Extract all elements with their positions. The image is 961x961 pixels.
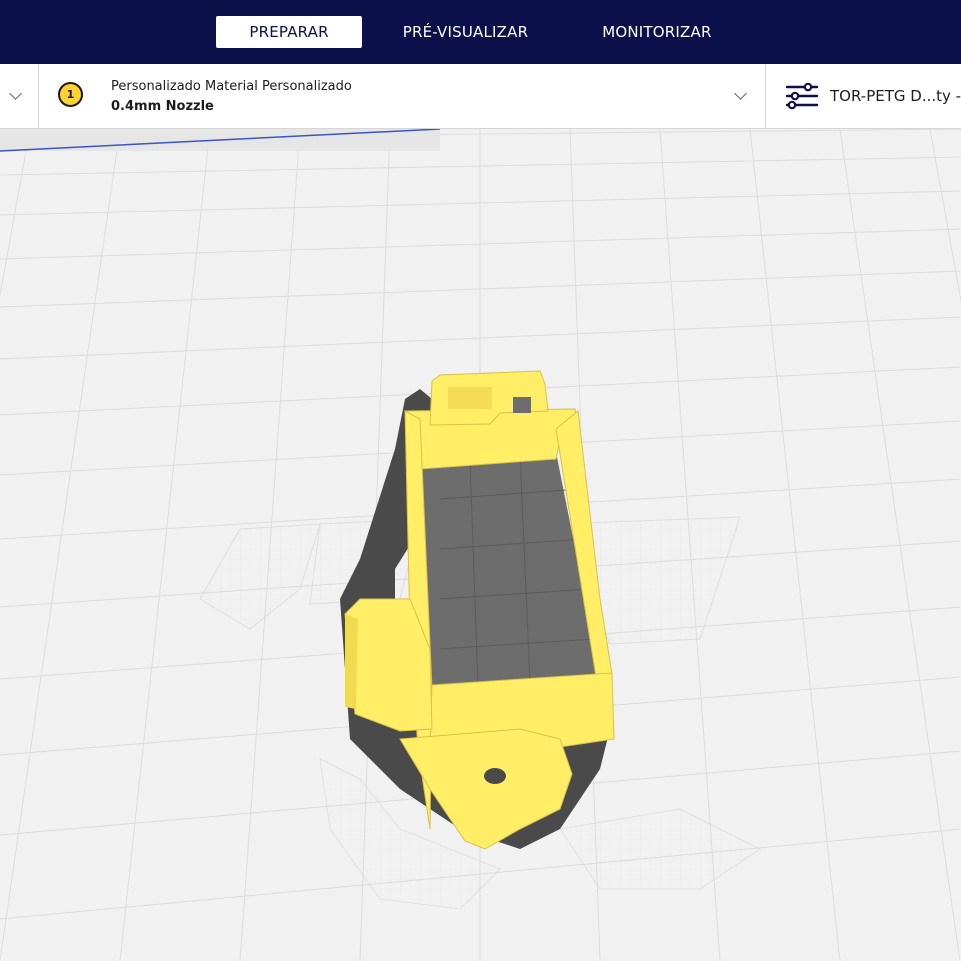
stage-menu: PREPARAR PRÉ-VISUALIZAR MONITORIZAR bbox=[0, 0, 961, 64]
print-settings-selector[interactable]: TOR-PETG D...ty - bbox=[766, 64, 961, 128]
tab-pre-visualizar[interactable]: PRÉ-VISUALIZAR bbox=[370, 16, 561, 48]
settings-strip: 1 Personalizado Material Personalizado 0… bbox=[0, 64, 961, 129]
tab-preparar[interactable]: PREPARAR bbox=[216, 16, 362, 48]
mounting-hole bbox=[484, 768, 506, 784]
extruder-configuration[interactable]: 1 Personalizado Material Personalizado 0… bbox=[39, 64, 766, 128]
chevron-down-icon bbox=[9, 87, 22, 100]
nozzle-size: 0.4mm Nozzle bbox=[111, 99, 214, 114]
build-plate-scene[interactable] bbox=[0, 129, 961, 961]
printer-selector[interactable] bbox=[0, 64, 39, 128]
material-name: Personalizado Material Personalizado bbox=[111, 79, 352, 94]
build-plate-viewport[interactable] bbox=[0, 129, 961, 961]
sliders-icon bbox=[785, 82, 819, 110]
tab-monitorizar[interactable]: MONITORIZAR bbox=[569, 16, 744, 48]
print-profile-name: TOR-PETG D...ty - bbox=[830, 87, 961, 105]
chevron-down-icon bbox=[734, 87, 747, 100]
extruder-number: 1 bbox=[66, 88, 75, 101]
extruder-number-icon: 1 bbox=[58, 82, 83, 107]
